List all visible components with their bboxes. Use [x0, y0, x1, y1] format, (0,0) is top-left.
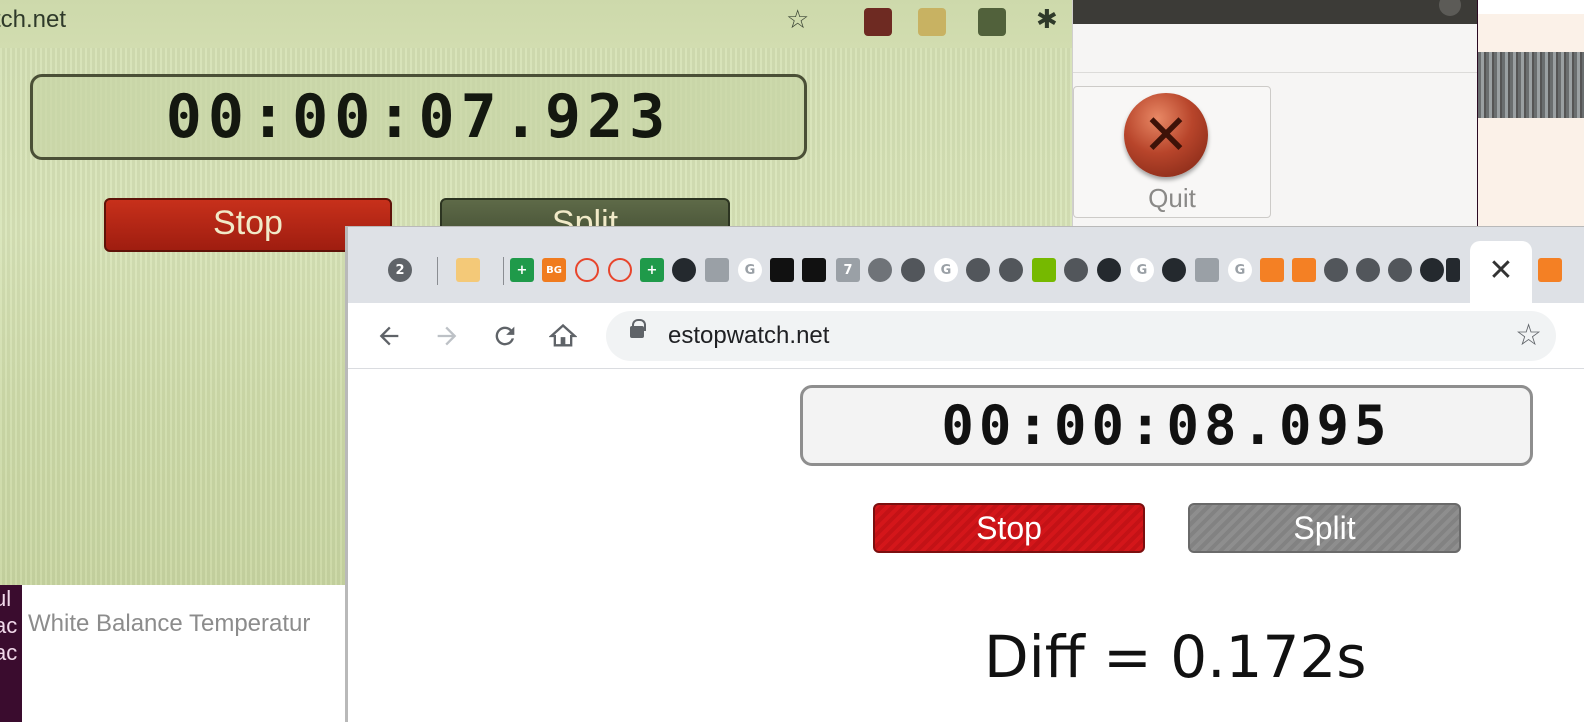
photo-extension-icon: [864, 8, 892, 36]
photo-extension-icon: [918, 8, 946, 36]
split-button[interactable]: Split: [1188, 503, 1461, 553]
divider: [1073, 72, 1477, 73]
tab-favicon[interactable]: [1388, 258, 1412, 282]
forward-arrow-icon: [437, 326, 457, 346]
quit-button[interactable]: ✕ Quit: [1073, 86, 1271, 218]
github-icon[interactable]: [1162, 258, 1186, 282]
tab-favicon[interactable]: [1356, 258, 1380, 282]
dialog-titlebar: [1073, 0, 1477, 24]
chat-icon[interactable]: 2: [388, 258, 412, 282]
home-button[interactable]: [544, 317, 582, 355]
dock-text: ul: [0, 586, 12, 611]
google-icon[interactable]: G: [1228, 258, 1252, 282]
back-arrow-icon: [379, 326, 399, 346]
close-icon[interactable]: [1439, 0, 1461, 16]
tab-favicon[interactable]: +: [510, 258, 534, 282]
url-text[interactable]: estopwatch.net: [668, 322, 829, 350]
photo-extension-icon: [978, 8, 1006, 36]
dock-text: ac: [0, 640, 18, 665]
thumbnail-image: [1478, 52, 1584, 118]
tab-favicon[interactable]: [608, 258, 632, 282]
back-button[interactable]: [370, 317, 408, 355]
github-icon[interactable]: [1097, 258, 1121, 282]
tab-divider: [437, 257, 438, 285]
stopwatch-display: 00:00:08.095: [800, 385, 1533, 466]
stackoverflow-icon[interactable]: [1260, 258, 1284, 282]
quit-icon: ✕: [1124, 93, 1208, 177]
tab-favicon[interactable]: [456, 258, 480, 282]
photo-star-icon: ☆: [786, 4, 810, 34]
stop-button[interactable]: Stop: [873, 503, 1145, 553]
stackoverflow-icon[interactable]: [1538, 258, 1562, 282]
tab-favicon[interactable]: [868, 258, 892, 282]
github-icon[interactable]: [1420, 258, 1444, 282]
tab-favicon[interactable]: [705, 258, 729, 282]
home-icon: [549, 323, 577, 347]
tab-favicon[interactable]: [1064, 258, 1088, 282]
background-window: [1478, 0, 1584, 230]
quit-dialog: ✕ Quit: [1072, 0, 1477, 230]
tab-favicon[interactable]: [1324, 258, 1348, 282]
tab-favicon[interactable]: [575, 258, 599, 282]
google-icon[interactable]: G: [1130, 258, 1154, 282]
tab-favicon[interactable]: [1195, 258, 1219, 282]
lock-icon[interactable]: [630, 319, 646, 338]
bookmark-star-icon[interactable]: ☆: [1515, 318, 1542, 353]
photo-timer-display: 00:00:07.923: [30, 74, 807, 160]
tab-favicon[interactable]: [1446, 258, 1460, 282]
active-tab[interactable]: ✕: [1470, 241, 1532, 303]
camera-settings-panel: White Balance Temperatur: [22, 585, 352, 722]
tab-favicon[interactable]: +: [640, 258, 664, 282]
dock-sidebar: ul ac ac: [0, 585, 22, 722]
tab-favicon[interactable]: [999, 258, 1023, 282]
photo-puzzle-icon: ✱: [1036, 4, 1058, 34]
dock-text: ac: [0, 613, 18, 638]
browser-toolbar: estopwatch.net ☆: [348, 303, 1584, 369]
white-balance-label: White Balance Temperatur: [28, 610, 311, 637]
tab-favicon[interactable]: 7: [836, 258, 860, 282]
forward-button[interactable]: [428, 317, 466, 355]
browser-window: 2 + BG + G 7 G G G ✕ estopwatch.net ☆ 00…: [345, 226, 1584, 722]
tab-favicon[interactable]: [901, 258, 925, 282]
diff-annotation: Diff = 0.172s: [984, 623, 1367, 691]
tab-divider: [503, 257, 504, 285]
tab-favicon[interactable]: [770, 258, 794, 282]
tab-favicon[interactable]: [802, 258, 826, 282]
google-icon[interactable]: G: [934, 258, 958, 282]
nvidia-icon[interactable]: [1032, 258, 1056, 282]
quit-label: Quit: [1148, 183, 1196, 213]
reload-icon: [495, 326, 515, 346]
close-tab-icon[interactable]: ✕: [1470, 253, 1532, 288]
tab-favicon[interactable]: [966, 258, 990, 282]
photo-url-text: tch.net: [0, 6, 67, 33]
tab-favicon[interactable]: BG: [542, 258, 566, 282]
address-bar[interactable]: estopwatch.net ☆: [606, 311, 1556, 361]
stackoverflow-icon[interactable]: [1292, 258, 1316, 282]
google-icon[interactable]: G: [738, 258, 762, 282]
tab-strip: 2 + BG + G 7 G G G ✕: [348, 227, 1584, 303]
page-content: 00:00:08.095 Stop Split Diff = 0.172s: [348, 369, 1584, 722]
reload-button[interactable]: [486, 317, 524, 355]
github-icon[interactable]: [672, 258, 696, 282]
tab-badge: 2: [395, 262, 405, 278]
